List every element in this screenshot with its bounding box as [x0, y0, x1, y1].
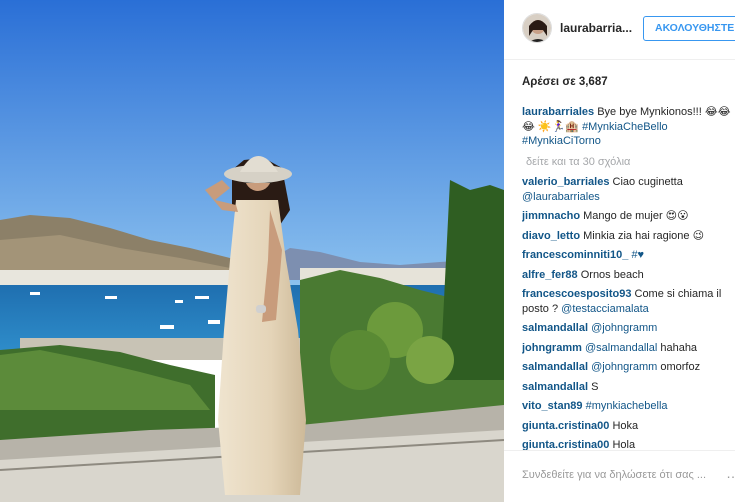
comment-text: Minkia zia hai ragione 😉: [583, 229, 705, 242]
post-photo[interactable]: [0, 0, 504, 502]
comment-item: salmandallal @johngramm: [522, 321, 734, 336]
comment-item: francescoesposito93 Come si chiama il po…: [522, 287, 734, 316]
comment-rows: valerio_barriales Ciao cuginetta @laurab…: [522, 175, 734, 450]
comment-text: Ornos beach: [580, 268, 644, 281]
comment-footer: Συνδεθείτε για να δηλώσετε ότι σας ... …: [504, 450, 735, 502]
comment-user-link[interactable]: jimmnacho: [522, 210, 580, 222]
likes-count[interactable]: Αρέσει σε 3,687: [522, 76, 608, 88]
caption-text: Bye bye Mynkionos!!!: [597, 106, 702, 118]
comment-user-link[interactable]: salmandallal: [522, 361, 588, 373]
comment-text: S: [591, 380, 599, 393]
comment-mention[interactable]: #mynkiachebella: [586, 400, 668, 412]
comment-item: vito_stan89 #mynkiachebella: [522, 399, 734, 414]
comment-item: salmandallal @johngramm omorfoz: [522, 360, 734, 375]
comment-item: giunta.cristina00 Hola: [522, 438, 734, 450]
caption-hashtag[interactable]: #MynkiaCheBello: [582, 121, 668, 133]
comment-text: Hola: [612, 439, 636, 450]
comment-text: Mango de mujer 😍😮: [583, 210, 689, 223]
comment-text: hahaha: [660, 341, 698, 354]
post-caption: laurabarriales Bye bye Mynkionos!!! 😂😂😂 …: [522, 105, 734, 149]
comment-user-link[interactable]: diavo_letto: [522, 230, 580, 242]
comment-item: johngramm @salmandallal hahaha: [522, 341, 734, 356]
photo-image: [0, 0, 504, 502]
caption-user-link[interactable]: laurabarriales: [522, 106, 594, 118]
comment-item: diavo_letto Minkia zia hai ragione 😉: [522, 229, 734, 244]
follow-button[interactable]: ΑΚΟΛΟΥΘΗΣΤΕ: [643, 16, 735, 41]
login-prompt[interactable]: Συνδεθείτε για να δηλώσετε ότι σας ...: [522, 469, 706, 481]
comment-mention[interactable]: #♥: [631, 249, 644, 261]
caption-hashtag[interactable]: #MynkiaCiTorno: [522, 135, 601, 147]
comment-user-link[interactable]: giunta.cristina00: [522, 439, 609, 450]
comment-user-link[interactable]: vito_stan89: [522, 400, 583, 412]
more-options-icon[interactable]: …: [726, 465, 735, 481]
comment-mention[interactable]: @johngramm: [591, 361, 657, 373]
comment-text: Hoka: [612, 419, 639, 432]
comment-mention[interactable]: @laurabarriales: [522, 191, 600, 203]
comment-item: alfre_fer88 Ornos beach: [522, 268, 734, 283]
avatar[interactable]: [522, 13, 552, 43]
comment-text: omorfoz: [660, 361, 701, 374]
comment-user-link[interactable]: francescominniti10_: [522, 249, 628, 261]
comment-text: Ciao cuginetta: [612, 176, 683, 189]
comment-user-link[interactable]: valerio_barriales: [522, 176, 609, 188]
load-more-comments[interactable]: δείτε και τα 30 σχόλια: [526, 155, 734, 170]
comment-user-link[interactable]: salmandallal: [522, 322, 588, 334]
comment-item: salmandallal S: [522, 380, 734, 395]
comment-user-link[interactable]: johngramm: [522, 342, 582, 354]
comment-mention[interactable]: @salmandallal: [585, 342, 657, 354]
comment-user-link[interactable]: francescoesposito93: [522, 288, 631, 300]
comment-user-link[interactable]: alfre_fer88: [522, 269, 578, 281]
username-link[interactable]: laurabarria...: [560, 21, 632, 35]
comment-item: valerio_barriales Ciao cuginetta @laurab…: [522, 175, 734, 204]
comment-mention[interactable]: @johngramm: [591, 322, 657, 334]
comments-list: laurabarriales Bye bye Mynkionos!!! 😂😂😂 …: [522, 105, 734, 450]
comment-user-link[interactable]: salmandallal: [522, 381, 588, 393]
comment-mention[interactable]: @testacciamalata: [561, 303, 649, 315]
comments-panel: laurabarria... ΑΚΟΛΟΥΘΗΣΤΕ Αρέσει σε 3,6…: [504, 0, 735, 502]
post-header: laurabarria... ΑΚΟΛΟΥΘΗΣΤΕ: [504, 0, 735, 60]
comment-item: francescominniti10_ #♥: [522, 248, 734, 263]
comment-user-link[interactable]: giunta.cristina00: [522, 420, 609, 432]
comment-item: giunta.cristina00 Hoka: [522, 419, 734, 434]
comment-item: jimmnacho Mango de mujer 😍😮: [522, 209, 734, 224]
